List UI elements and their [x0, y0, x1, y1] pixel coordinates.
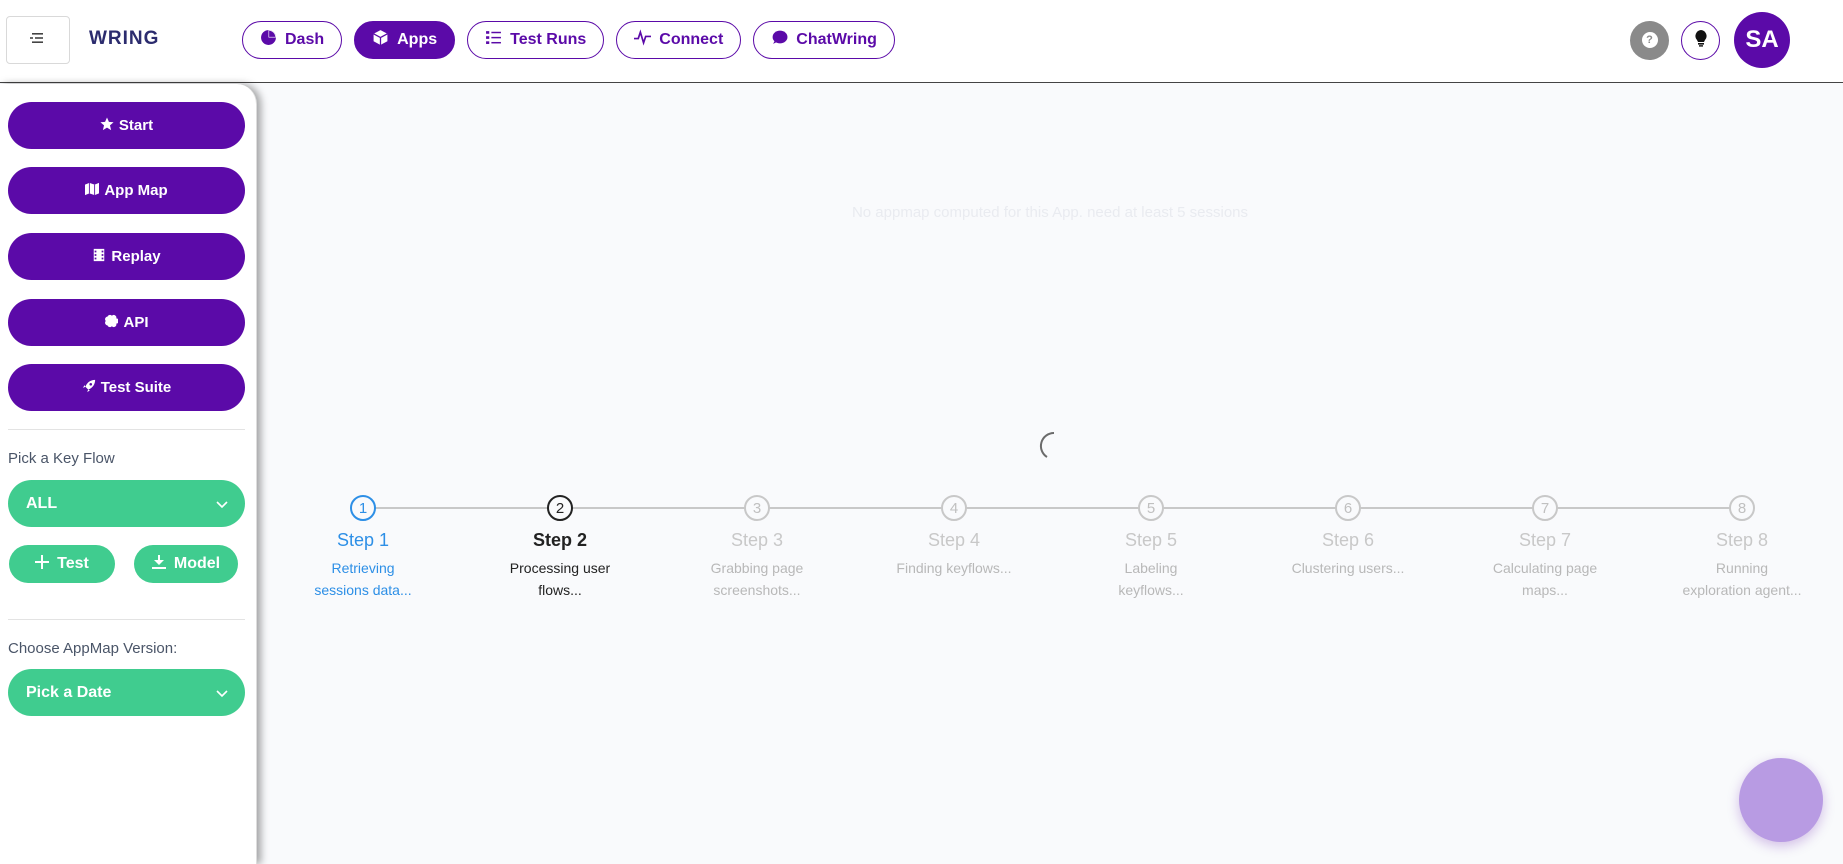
step-description: Clustering users...: [1291, 560, 1405, 576]
nav-test-runs-label: Test Runs: [510, 31, 587, 48]
step-description: Labeling keyflows...: [1118, 560, 1184, 598]
step-number: 1: [350, 495, 376, 521]
film-icon: [92, 248, 106, 266]
nav-dash-label: Dash: [285, 31, 325, 48]
download-model-label: Model: [173, 555, 221, 572]
step-title: Step 6: [1321, 530, 1375, 550]
step-description: Grabbing page screenshots...: [710, 560, 804, 598]
step-number: 6: [1335, 495, 1361, 521]
download-icon: [151, 554, 166, 574]
step-number: 5: [1138, 495, 1164, 521]
key-flow-select[interactable]: ALL: [8, 480, 245, 527]
nav-apps[interactable]: Apps: [354, 21, 456, 59]
step-description: Calculating page maps...: [1492, 560, 1598, 598]
nav-dash[interactable]: Dash: [242, 21, 343, 59]
step-4: 4 Step 4 Finding keyflows...: [894, 495, 1014, 579]
brain-icon: [104, 314, 120, 332]
step-number: 8: [1729, 495, 1755, 521]
step-2: 2 Step 2 Processing user flows...: [500, 495, 620, 601]
nav-test-runs[interactable]: Test Runs: [467, 21, 605, 59]
replay-button-label: Replay: [111, 248, 161, 265]
header-actions: ? SA: [1630, 12, 1790, 68]
step-number: 2: [547, 495, 573, 521]
sidebar-divider: [8, 619, 245, 620]
step-7: 7 Step 7 Calculating page maps...: [1485, 495, 1605, 601]
user-avatar[interactable]: SA: [1734, 12, 1790, 68]
app-map-button[interactable]: App Map: [8, 167, 245, 214]
sidebar: Start App Map Replay API Test Suite Pick…: [0, 84, 257, 864]
rocket-icon: [82, 379, 96, 397]
step-description: Processing user flows...: [509, 560, 611, 598]
star-icon: [100, 116, 114, 135]
step-description: Running exploration agent...: [1682, 560, 1802, 598]
nav-apps-label: Apps: [397, 31, 438, 48]
appmap-version-select[interactable]: Pick a Date: [8, 669, 245, 716]
step-title: Step 8: [1715, 530, 1769, 550]
loading-spinner-icon: [1030, 427, 1064, 461]
tips-button[interactable]: [1681, 20, 1720, 60]
brand-name: WRING: [89, 28, 160, 49]
start-button-label: Start: [118, 117, 154, 134]
step-8: 8 Step 8 Running exploration agent...: [1682, 495, 1802, 601]
map-icon: [85, 182, 100, 200]
api-button[interactable]: API: [8, 299, 245, 346]
step-3: 3 Step 3 Grabbing page screenshots...: [697, 495, 817, 601]
step-title: Step 1: [336, 530, 390, 550]
step-number: 4: [941, 495, 967, 521]
step-5: 5 Step 5 Labeling keyflows...: [1091, 495, 1211, 601]
chat-icon: [771, 29, 788, 51]
step-1: 1 Step 1 Retrieving sessions data...: [303, 495, 423, 601]
key-flow-value: ALL: [26, 494, 58, 512]
appmap-version-label: Choose AppMap Version:: [8, 640, 178, 657]
test-suite-button-label: Test Suite: [100, 379, 172, 396]
main-nav: Dash Apps Test Runs Connect ChatWring: [242, 21, 895, 59]
nav-chatwring[interactable]: ChatWring: [753, 21, 895, 59]
nav-chatwring-label: ChatWring: [796, 31, 877, 48]
lightbulb-icon: [1694, 29, 1708, 52]
nav-connect[interactable]: Connect: [616, 21, 742, 59]
replay-button[interactable]: Replay: [8, 233, 245, 280]
test-suite-button[interactable]: Test Suite: [8, 364, 245, 411]
start-button[interactable]: Start: [8, 102, 245, 149]
pie-chart-icon: [260, 29, 277, 51]
key-flow-label: Pick a Key Flow: [8, 450, 115, 467]
top-header: WRING Dash Apps Test Runs Connect ChatWr…: [0, 0, 1843, 83]
download-model-button[interactable]: Model: [134, 545, 238, 583]
list-icon: [485, 29, 502, 51]
step-title: Step 2: [532, 530, 588, 550]
sidebar-divider: [8, 429, 245, 430]
plus-icon: [35, 554, 50, 574]
step-number: 7: [1532, 495, 1558, 521]
add-test-label: Test: [57, 555, 89, 572]
add-test-button[interactable]: Test: [9, 545, 115, 583]
step-description: Retrieving sessions data...: [314, 560, 412, 598]
chevron-down-icon: [215, 685, 229, 703]
menu-toggle-button[interactable]: [6, 16, 70, 64]
nav-connect-label: Connect: [659, 31, 724, 48]
chevron-down-icon: [215, 496, 229, 514]
menu-icon: [30, 31, 46, 49]
step-description: Finding keyflows...: [896, 560, 1012, 576]
app-map-button-label: App Map: [104, 182, 168, 199]
question-icon: ?: [1641, 32, 1658, 48]
help-button[interactable]: ?: [1630, 20, 1669, 60]
step-6: 6 Step 6 Clustering users...: [1288, 495, 1408, 579]
appmap-version-value: Pick a Date: [26, 683, 112, 701]
empty-appmap-message: No appmap computed for this App. need at…: [851, 204, 1249, 221]
step-title: Step 4: [927, 530, 981, 550]
step-title: Step 7: [1518, 530, 1572, 550]
chat-launcher-button[interactable]: [1739, 758, 1823, 842]
pulse-icon: [634, 29, 652, 51]
cube-icon: [372, 29, 389, 51]
api-button-label: API: [123, 314, 149, 331]
step-number: 3: [744, 495, 770, 521]
step-title: Step 3: [730, 530, 784, 550]
step-title: Step 5: [1124, 530, 1178, 550]
